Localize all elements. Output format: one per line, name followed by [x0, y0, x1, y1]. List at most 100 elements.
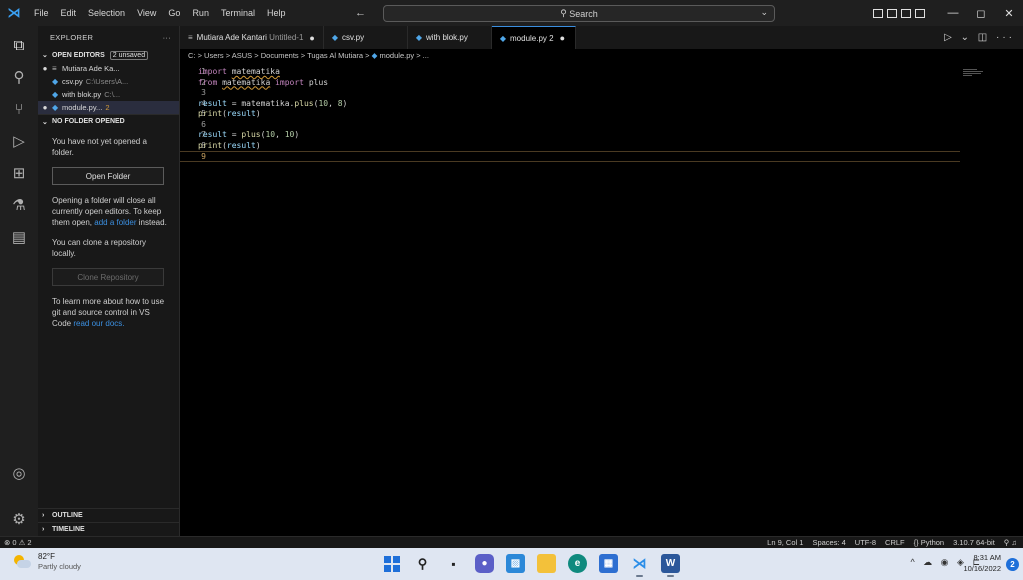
minimize-button[interactable]: — [939, 7, 967, 19]
search-icon[interactable]: ⚲ [0, 62, 38, 92]
account-icon[interactable]: ◎ [0, 458, 38, 488]
code-token: 10 [265, 130, 276, 139]
outline-label: OUTLINE [52, 512, 83, 519]
clock[interactable]: 8:31 AM 10/16/2022 [963, 552, 1001, 574]
toggle-panel-icon[interactable] [887, 8, 897, 18]
open-editor-name: with blok.py [62, 90, 102, 99]
windows-taskbar: 82°F Partly cloudy ⚲ ▪ ● ▨ e ▦ ⋊ W ^ ☁ ◉… [0, 548, 1023, 580]
chevron-right-icon: › [42, 512, 45, 519]
open-editor-item-active[interactable]: ● ◆ module.py... 2 [38, 101, 179, 114]
code-token: result [198, 98, 227, 108]
minimap-line [963, 71, 983, 72]
text-file-icon: ≡ [188, 33, 193, 42]
edge-browser-icon[interactable]: e [568, 554, 587, 573]
more-actions-icon[interactable]: ··· [163, 33, 171, 42]
code-line: 5 print(result) [180, 109, 960, 120]
remote-explorer-icon[interactable]: ▤ [0, 222, 38, 252]
testing-icon[interactable]: ⚗ [0, 190, 38, 220]
open-editor-item[interactable]: ◆ csv.py C:\Users\A... [38, 75, 179, 88]
open-editors-label: OPEN EDITORS [52, 51, 105, 59]
file-explorer-icon[interactable] [537, 554, 556, 573]
gear-icon[interactable]: ⚙ [0, 504, 38, 534]
menu-terminal[interactable]: Terminal [215, 0, 261, 26]
code-editor[interactable]: 1 import matematika 2 from matematika im… [180, 63, 1023, 536]
open-folder-button[interactable]: Open Folder [52, 167, 164, 185]
menu-edit[interactable]: Edit [55, 0, 83, 26]
search-label: Search [569, 8, 598, 19]
open-editor-item[interactable]: ◆ with blok.py C:\... [38, 88, 179, 101]
open-editor-item[interactable]: ● ≡ Mutiara Ade Ka... [38, 62, 179, 75]
add-folder-link[interactable]: add a folder [94, 218, 136, 227]
unsaved-dot-icon[interactable]: ● [560, 33, 565, 43]
unsaved-dot-icon[interactable]: ● [38, 64, 52, 73]
no-folder-text: You have not yet opened a folder. [52, 137, 147, 157]
editor-actions[interactable]: ▷ ⌄ ◫ ··· [944, 26, 1015, 49]
breadcrumb-path[interactable]: C: > Users > ASUS > Documents > Tugas Al… [188, 51, 370, 60]
maximize-button[interactable]: ◻ [967, 7, 995, 20]
command-search-box[interactable]: ⚲ Search ⌄ [383, 5, 775, 22]
opening-folder-text: Opening a folder will close all currentl… [52, 195, 169, 228]
clone-repository-button[interactable]: Clone Repository [52, 268, 164, 286]
open-editor-name: Mutiara Ade Ka... [62, 64, 120, 73]
learn-git-text: To learn more about how to use git and s… [52, 296, 169, 329]
code-text: result = plus(10, 10) [198, 130, 300, 139]
tab-label: Mutiara Ade Kantari [196, 33, 267, 42]
tab-module-py[interactable]: ◆ module.py 2 ● [491, 26, 576, 49]
read-docs-link[interactable]: read our docs. [73, 319, 124, 328]
close-button[interactable]: ✕ [995, 7, 1023, 20]
tab-untitled-1[interactable]: ≡ Mutiara Ade Kantari Untitled-1 ● [180, 26, 324, 49]
python-file-icon: ◆ [499, 33, 507, 43]
menu-view[interactable]: View [131, 0, 162, 26]
menu-go[interactable]: Go [162, 0, 186, 26]
code-token: result [198, 130, 227, 139]
word-icon[interactable]: W [661, 554, 680, 577]
notification-badge[interactable]: 2 [1006, 558, 1019, 571]
run-debug-icon[interactable]: ▷ [0, 126, 38, 156]
python-file-icon: ◆ [371, 51, 378, 60]
open-editors-header[interactable]: ⌄ OPEN EDITORS 2 unsaved [38, 48, 179, 62]
unsaved-dot-icon[interactable]: ● [309, 33, 314, 43]
no-folder-header[interactable]: ⌄ NO FOLDER OPENED [38, 114, 179, 128]
code-text: print(result) [198, 140, 261, 150]
tab-csv-py[interactable]: ◆ csv.py [324, 26, 408, 49]
explorer-icon[interactable]: ⧉ [0, 30, 38, 60]
source-control-icon[interactable]: ⑂ [0, 94, 38, 124]
open-editor-name: module.py... [62, 103, 103, 112]
menu-selection[interactable]: Selection [82, 0, 131, 26]
unsaved-dot-icon[interactable]: ● [38, 103, 52, 112]
instead-text: instead. [138, 218, 167, 227]
code-line: 1 import matematika [180, 67, 960, 78]
tab-with-blok-py[interactable]: ◆ with blok.py [408, 26, 492, 49]
breadcrumb-file[interactable]: module.py > ... [380, 51, 429, 60]
customize-layout-icon[interactable] [915, 8, 925, 18]
windows-start-icon[interactable] [382, 554, 401, 573]
line-number: 6 [201, 119, 206, 129]
microsoft-store-icon[interactable]: ▦ [599, 554, 618, 573]
code-line: 4 result = matematika.plus(10, 8) [180, 99, 960, 110]
editor-tabs: ≡ Mutiara Ade Kantari Untitled-1 ● ◆ csv… [180, 26, 1023, 49]
vscode-taskbar-icon[interactable]: ⋊ [630, 554, 649, 577]
outline-header[interactable]: › OUTLINE [38, 508, 180, 522]
current-line: 9 [180, 151, 960, 162]
widgets-icon[interactable]: ▨ [506, 554, 525, 573]
empty-explorer-view: You have not yet opened a folder. Open F… [38, 128, 179, 329]
explorer-header: EXPLORER ··· [38, 26, 179, 48]
menu-help[interactable]: Help [261, 0, 292, 26]
menu-file[interactable]: File [28, 0, 55, 26]
chevron-down-icon: ⌄ [42, 118, 48, 126]
clock-time: 8:31 AM [973, 553, 1001, 562]
timeline-header[interactable]: › TIMELINE [38, 522, 180, 536]
minimap[interactable] [963, 69, 985, 79]
weather-widget[interactable]: 82°F Partly cloudy [12, 552, 81, 572]
windows-logo-icon [383, 555, 400, 572]
taskbar-apps: ⚲ ▪ ● ▨ e ▦ ⋊ W [382, 554, 680, 577]
task-view-icon[interactable]: ▪ [444, 554, 463, 573]
toggle-secondary-sidebar-icon[interactable] [901, 8, 911, 18]
extensions-icon[interactable]: ⊞ [0, 158, 38, 188]
search-icon[interactable]: ⚲ [413, 554, 432, 573]
chevron-down-icon: ⌄ [42, 52, 48, 59]
chat-icon[interactable]: ● [475, 554, 494, 573]
menu-run[interactable]: Run [186, 0, 215, 26]
chevron-down-icon[interactable]: ⌄ [760, 7, 768, 18]
toggle-sidebar-icon[interactable] [873, 8, 883, 18]
